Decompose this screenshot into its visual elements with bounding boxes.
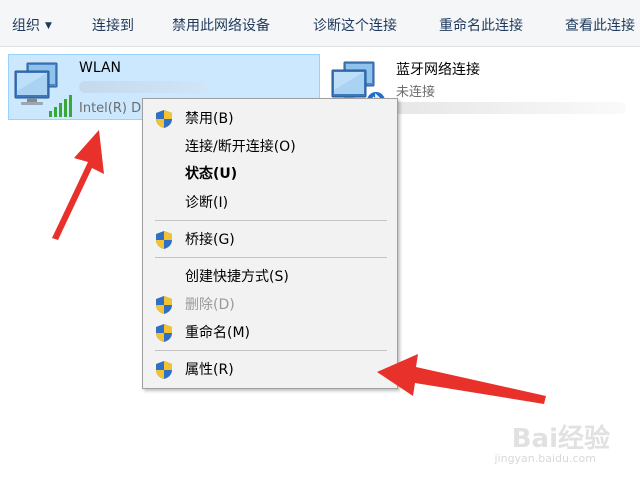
menu-item-label: 连接/断开连接(O): [185, 139, 296, 155]
menu-item-connect-disconnect[interactable]: 连接/断开连接(O): [145, 134, 395, 160]
uac-shield-icon: [155, 360, 173, 389]
arrow-to-properties-item: [377, 354, 546, 404]
menu-item-status[interactable]: 状态(U): [145, 161, 395, 187]
uac-shield-icon: [155, 230, 173, 259]
wifi-adapter-icon: [13, 61, 73, 123]
rename-connection-button[interactable]: 重命名此连接: [439, 0, 523, 46]
menu-item-disable[interactable]: 禁用(B): [145, 106, 395, 132]
baidu-watermark: Bai经验: [511, 424, 610, 454]
menu-item-label: 删除(D): [185, 297, 235, 313]
menu-item-diagnose[interactable]: 诊断(I): [145, 190, 395, 216]
connection-name: 蓝牙网络连接: [396, 62, 480, 78]
menu-item-label: 创建快捷方式(S): [185, 269, 289, 285]
connection-status: 未连接: [396, 85, 436, 100]
connect-to-button[interactable]: 连接到: [92, 0, 134, 46]
menu-item-bridge[interactable]: 桥接(G): [145, 227, 395, 253]
diagnose-connection-button[interactable]: 诊断这个连接: [313, 0, 397, 46]
dropdown-arrow-icon: ▼: [45, 21, 52, 31]
organize-menu-button[interactable]: 组织 ▼: [12, 0, 52, 46]
uac-shield-icon: [155, 323, 173, 352]
menu-item-properties[interactable]: 属性(R): [145, 357, 395, 383]
baidu-watermark-url: jingyan.baidu.com: [494, 452, 596, 465]
menu-item-rename[interactable]: 重命名(M): [145, 320, 395, 346]
menu-item-label: 诊断(I): [185, 195, 229, 211]
menu-separator: [155, 350, 387, 351]
arrow-to-wlan-icon: [52, 130, 104, 240]
menu-separator: [155, 257, 387, 258]
connection-name: WLAN: [79, 60, 122, 76]
disable-device-button[interactable]: 禁用此网络设备: [172, 0, 270, 46]
menu-item-label: 状态(U): [185, 166, 238, 182]
organize-label: 组织: [12, 18, 40, 34]
menu-separator: [155, 220, 387, 221]
command-bar: 组织 ▼ 连接到 禁用此网络设备 诊断这个连接 重命名此连接 查看此连接: [0, 0, 640, 47]
view-status-button[interactable]: 查看此连接: [565, 0, 635, 46]
blurred-network-name: [79, 81, 209, 93]
connection-adapter: Intel(R) D: [79, 101, 142, 116]
menu-item-label: 桥接(G): [185, 232, 235, 248]
menu-item-label: 属性(R): [185, 362, 234, 378]
context-menu: 禁用(B) 连接/断开连接(O) 状态(U) 诊断(I) 桥接(G) 创建快捷方…: [142, 98, 398, 389]
menu-item-label: 禁用(B): [185, 111, 234, 127]
menu-item-delete[interactable]: 删除(D): [145, 292, 395, 318]
blurred-adapter-name: [390, 102, 626, 114]
menu-item-create-shortcut[interactable]: 创建快捷方式(S): [145, 264, 395, 290]
menu-item-label: 重命名(M): [185, 325, 251, 341]
